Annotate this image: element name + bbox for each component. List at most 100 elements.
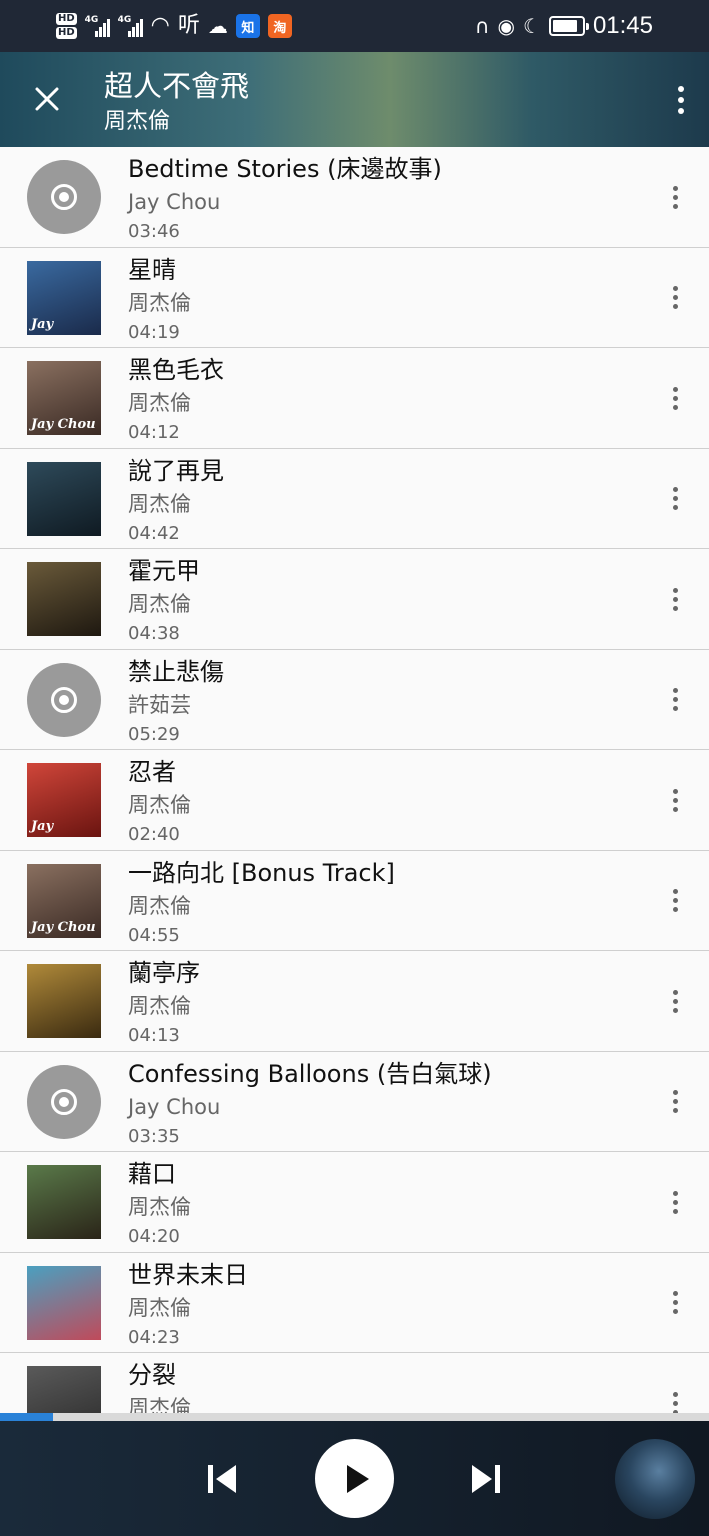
- more-vert-icon: [672, 587, 678, 593]
- song-row[interactable]: Bedtime Stories (床邊故事) Jay Chou 03:46: [0, 147, 709, 248]
- song-duration: 02:40: [128, 824, 180, 845]
- more-vert-icon: [672, 688, 678, 693]
- eye-icon: ◉: [497, 14, 515, 38]
- song-more-button[interactable]: [665, 1086, 685, 1118]
- song-more-button[interactable]: [665, 1387, 685, 1413]
- album-artist: 周杰倫: [104, 109, 171, 134]
- battery-icon: [548, 16, 589, 36]
- song-row[interactable]: 世界未末日 周杰倫 04:23: [0, 1252, 709, 1353]
- song-title: 霍元甲: [128, 557, 200, 585]
- hd-indicator: HD HD: [56, 13, 77, 39]
- song-more-button[interactable]: [665, 382, 685, 414]
- progress-fill: [0, 1413, 54, 1421]
- song-row[interactable]: Jay 忍者 周杰倫 02:40: [0, 750, 709, 851]
- album-art: [27, 1265, 101, 1340]
- song-row[interactable]: 霍元甲周杰倫 04:38: [0, 549, 709, 650]
- song-more-button[interactable]: [665, 1186, 685, 1218]
- album-art-text: Jay Chou: [31, 919, 96, 935]
- song-artist: 周杰倫: [128, 1195, 191, 1219]
- album-art: Jay Chou: [27, 361, 101, 435]
- close-button[interactable]: [24, 76, 70, 122]
- song-duration: 03:46: [128, 221, 180, 242]
- song-row[interactable]: 禁止悲傷許茹芸 05:29: [0, 649, 709, 750]
- song-more-button[interactable]: [665, 885, 685, 917]
- song-artist: Jay Chou: [128, 190, 221, 214]
- song-duration: 04:42: [128, 522, 180, 544]
- now-playing-album-art[interactable]: [615, 1439, 695, 1519]
- song-more-button[interactable]: [665, 684, 685, 716]
- album-header: 超人不會飛 周杰倫: [0, 52, 709, 147]
- song-duration: 04:13: [128, 1025, 180, 1046]
- song-more-button[interactable]: [665, 583, 685, 615]
- next-button[interactable]: [462, 1455, 510, 1503]
- status-right: ∩ ◉ ☾ 01:45: [475, 0, 653, 52]
- signal-icon: 4G: [85, 15, 110, 37]
- album-art-text: Jay: [31, 819, 54, 834]
- song-row[interactable]: Jay 星晴 周杰倫 04:19: [0, 247, 709, 348]
- song-artist: 周杰倫: [128, 1295, 191, 1320]
- album-art: [27, 1366, 101, 1413]
- network-type-2: 4G: [117, 15, 132, 25]
- more-vert-icon: [672, 1291, 678, 1296]
- more-vert-icon: [672, 989, 678, 995]
- more-vert-icon: [672, 286, 678, 291]
- headphones-icon: ∩: [474, 14, 490, 38]
- song-artist: 周杰倫: [128, 1396, 191, 1413]
- playback-progress[interactable]: [0, 1413, 709, 1421]
- status-clock: 01:45: [592, 12, 653, 39]
- song-row[interactable]: Jay Chou 一路向北 [Bonus Track] 周杰倫 04:55: [0, 850, 709, 951]
- song-row[interactable]: Confessing Balloons (告白氣球) Jay Chou 03:35: [0, 1051, 709, 1152]
- more-vert-icon: [672, 889, 678, 894]
- song-title: 分裂: [128, 1361, 176, 1389]
- song-title: 世界未末日: [128, 1260, 248, 1289]
- song-more-button[interactable]: [665, 1287, 685, 1319]
- cloud-icon: ☁: [207, 14, 228, 38]
- song-more-button[interactable]: [665, 784, 685, 816]
- status-left: HD HD 4G 4G ◠ 听 ☁ 知 淘: [56, 0, 292, 52]
- header-more-button[interactable]: [669, 80, 693, 120]
- song-duration: 04:38: [128, 623, 180, 644]
- album-title: 超人不會飛: [104, 69, 250, 103]
- more-vert-icon: [672, 788, 678, 794]
- more-vert-icon: [672, 386, 678, 392]
- hd-label-1: HD: [56, 13, 77, 25]
- song-more-button[interactable]: [665, 181, 685, 213]
- song-artist: 周杰倫: [128, 491, 191, 516]
- album-art: [27, 964, 101, 1038]
- song-artist: 周杰倫: [128, 793, 191, 817]
- song-title: Confessing Balloons (告白氣球): [128, 1059, 492, 1088]
- more-vert-icon: [672, 1190, 678, 1196]
- song-title: 禁止悲傷: [128, 657, 224, 686]
- song-title: Bedtime Stories (床邊故事): [128, 155, 442, 183]
- song-more-button[interactable]: [665, 985, 685, 1017]
- song-row[interactable]: 分裂 周杰倫: [0, 1353, 709, 1413]
- song-more-button[interactable]: [665, 282, 685, 314]
- song-row[interactable]: 蘭亭序周杰倫 04:13: [0, 951, 709, 1052]
- previous-button[interactable]: [198, 1455, 246, 1503]
- play-button[interactable]: [315, 1439, 394, 1518]
- more-vert-icon: [672, 1090, 678, 1095]
- song-more-button[interactable]: [665, 483, 685, 515]
- moon-icon: ☾: [523, 14, 541, 38]
- song-artist: 周杰倫: [128, 592, 191, 616]
- skip-previous-icon: [208, 1465, 236, 1493]
- song-title: 蘭亭序: [128, 959, 200, 987]
- song-row[interactable]: Jay Chou 黑色毛衣 周杰倫 04:12: [0, 348, 709, 449]
- song-duration: 05:29: [128, 723, 180, 745]
- disc-icon: [27, 1064, 101, 1139]
- song-artist: 許茹芸: [128, 692, 191, 717]
- close-icon: [35, 87, 59, 111]
- song-row[interactable]: 藉口 周杰倫 04:20: [0, 1152, 709, 1253]
- song-list[interactable]: Bedtime Stories (床邊故事) Jay Chou 03:46 Jay 星晴…: [0, 147, 709, 1413]
- song-artist: Jay Chou: [128, 1094, 221, 1119]
- taobao-app-icon: 淘: [267, 14, 292, 38]
- more-vert-icon: [672, 487, 678, 492]
- network-type-1: 4G: [84, 15, 99, 25]
- signal-icon-2: 4G: [118, 15, 143, 37]
- song-artist: 周杰倫: [128, 893, 191, 918]
- song-artist: 周杰倫: [128, 994, 191, 1018]
- song-artist: 周杰倫: [128, 290, 191, 315]
- song-title: 黑色毛衣: [128, 356, 224, 384]
- skip-next-icon: [472, 1465, 500, 1493]
- song-row[interactable]: 說了再見 周杰倫 04:42: [0, 448, 709, 549]
